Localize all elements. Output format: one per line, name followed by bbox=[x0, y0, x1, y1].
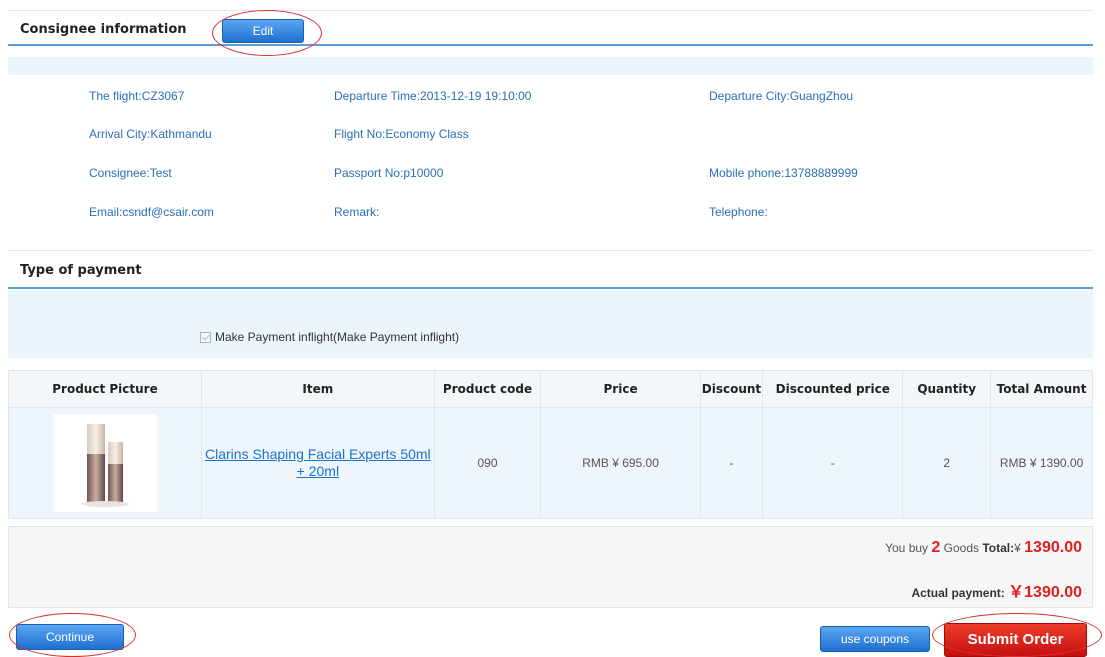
item-cell: Clarins Shaping Facial Experts 50ml + 20… bbox=[201, 407, 435, 519]
total-currency: ¥ bbox=[1014, 541, 1021, 555]
payment-header: Type of payment bbox=[8, 250, 1093, 289]
departure-time-field: Departure Time:2013-12-19 19:10:00 bbox=[334, 89, 532, 103]
actual-currency: ￥ bbox=[1008, 584, 1025, 601]
header-item: Item bbox=[201, 370, 435, 408]
header-discount: Discount bbox=[699, 370, 764, 408]
goods-summary: You buy 2 Goods Total:¥ 1390.00 bbox=[885, 539, 1082, 557]
goods-label: Goods bbox=[943, 541, 979, 555]
consignee-details: The flight:CZ3067 Departure Time:2013-12… bbox=[8, 75, 1093, 233]
products-table: Product Picture Item Product code Price … bbox=[8, 370, 1093, 519]
total-label: Total: bbox=[982, 541, 1015, 555]
payment-checkbox[interactable] bbox=[200, 331, 211, 343]
continue-button[interactable]: Continue bbox=[16, 624, 124, 650]
product-code-cell: 090 bbox=[433, 407, 542, 519]
payment-title: Type of payment bbox=[20, 263, 142, 278]
actual-payment-label: Actual payment: bbox=[911, 586, 1005, 600]
flight-field: The flight:CZ3067 bbox=[89, 89, 185, 103]
mobile-phone-field: Mobile phone:13788889999 bbox=[709, 166, 858, 180]
product-link[interactable]: Clarins Shaping Facial Experts 50ml + 20… bbox=[205, 446, 431, 479]
telephone-field: Telephone: bbox=[709, 205, 768, 219]
header-price: Price bbox=[540, 370, 701, 408]
table-row: Clarins Shaping Facial Experts 50ml + 20… bbox=[8, 407, 1093, 519]
order-summary: You buy 2 Goods Total:¥ 1390.00 Actual p… bbox=[8, 526, 1093, 608]
payment-option-label: Make Payment inflight(Make Payment infli… bbox=[215, 330, 460, 344]
flight-no-field: Flight No:Economy Class bbox=[334, 127, 469, 141]
price-cell: RMB ¥ 695.00 bbox=[540, 407, 701, 519]
goods-count: 2 bbox=[931, 539, 941, 556]
remark-field: Remark: bbox=[334, 205, 380, 219]
header-total-amount: Total Amount bbox=[990, 370, 1093, 408]
edit-button[interactable]: Edit bbox=[222, 19, 304, 43]
departure-city-field: Departure City:GuangZhou bbox=[709, 89, 854, 103]
total-amount-cell: RMB ¥ 1390.00 bbox=[990, 407, 1093, 519]
submit-order-button[interactable]: Submit Order bbox=[944, 623, 1087, 657]
discount-cell: - bbox=[699, 407, 764, 519]
product-image[interactable] bbox=[53, 414, 157, 512]
consignee-title: Consignee information bbox=[20, 22, 187, 37]
clarins-bottles-image bbox=[81, 424, 129, 507]
header-quantity: Quantity bbox=[902, 370, 992, 408]
actual-payment-line: Actual payment: ￥1390.00 bbox=[911, 578, 1082, 602]
actual-payment-value: 1390.00 bbox=[1024, 584, 1082, 601]
payment-option[interactable]: Make Payment inflight(Make Payment infli… bbox=[200, 330, 459, 344]
you-buy-label: You buy bbox=[885, 541, 929, 555]
passport-field: Passport No:p10000 bbox=[334, 166, 444, 180]
product-picture-cell bbox=[8, 407, 202, 519]
email-field: Email:csndf@csair.com bbox=[89, 205, 214, 219]
discounted-price-cell: - bbox=[762, 407, 904, 519]
consignee-header: Consignee information bbox=[8, 10, 1093, 46]
consignee-field: Consignee:Test bbox=[89, 166, 172, 180]
header-product-picture: Product Picture bbox=[8, 370, 202, 408]
total-value: 1390.00 bbox=[1024, 539, 1082, 556]
consignee-panel: The flight:CZ3067 Departure Time:2013-12… bbox=[8, 57, 1093, 233]
payment-panel bbox=[8, 290, 1093, 358]
table-header-row: Product Picture Item Product code Price … bbox=[8, 370, 1093, 408]
quantity-cell: 2 bbox=[902, 407, 992, 519]
arrival-city-field: Arrival City:Kathmandu bbox=[89, 127, 212, 141]
use-coupons-button[interactable]: use coupons bbox=[820, 626, 930, 652]
header-discounted-price: Discounted price bbox=[762, 370, 904, 408]
header-product-code: Product code bbox=[433, 370, 542, 408]
